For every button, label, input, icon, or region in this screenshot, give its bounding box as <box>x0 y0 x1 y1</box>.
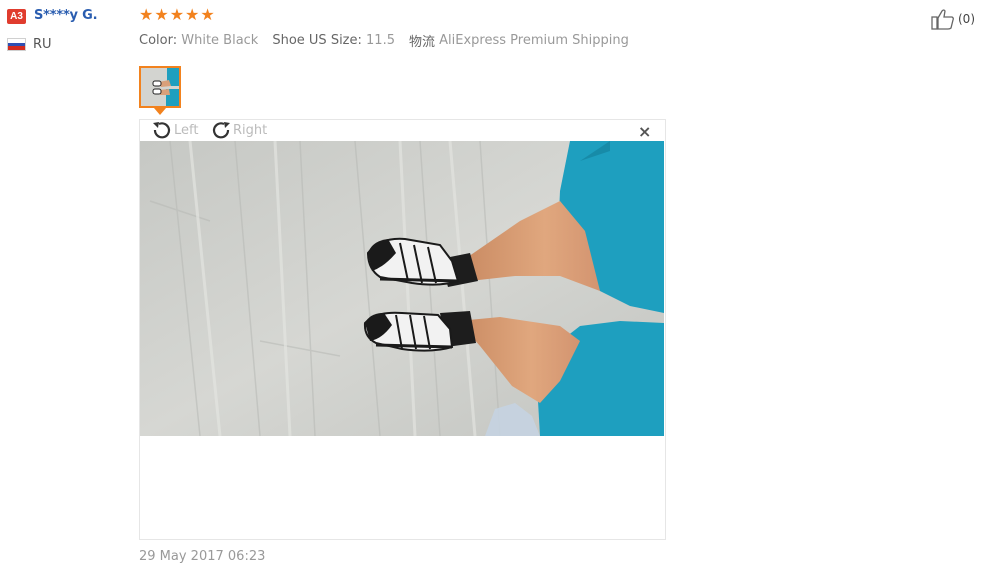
shipping-label: 物流 <box>408 35 435 50</box>
star-icon: ★ <box>139 5 154 24</box>
close-viewer-button[interactable]: × <box>638 122 651 141</box>
rotate-right-label: Right <box>233 122 268 138</box>
review-date: 29 May 2017 06:23 <box>139 549 266 564</box>
like-count: (0) <box>958 12 975 26</box>
helpful-like-button[interactable]: (0) <box>931 8 975 30</box>
selected-thumbnail-pointer <box>154 108 166 115</box>
star-rating: ★ ★ ★ ★ ★ <box>139 7 215 23</box>
thumbs-up-icon <box>931 9 954 30</box>
color-label: Color: <box>139 33 178 48</box>
reviewer-country: RU <box>33 37 52 52</box>
rotate-left-icon <box>153 122 171 139</box>
color-value: White Black <box>181 33 259 48</box>
size-label: Shoe US Size: <box>272 33 362 48</box>
order-info: Color: White Black Shoe US Size: 11.5 物流… <box>139 31 629 50</box>
review-photo-image <box>140 141 664 436</box>
review-photo-thumbnail[interactable] <box>139 66 181 108</box>
user-level-badge: A3 <box>7 9 26 24</box>
thumbnail-image <box>141 68 179 106</box>
star-icon: ★ <box>200 5 215 24</box>
star-icon: ★ <box>185 5 200 24</box>
size-value: 11.5 <box>366 33 395 48</box>
rotate-right-icon <box>212 122 230 139</box>
review-photo <box>140 141 664 436</box>
rotate-left-button[interactable]: Left <box>150 120 198 140</box>
rotate-right-button[interactable]: Right <box>209 120 267 140</box>
star-icon: ★ <box>154 5 169 24</box>
russia-flag-icon <box>7 38 26 51</box>
star-icon: ★ <box>169 5 185 24</box>
rotate-left-label: Left <box>174 122 199 138</box>
reviewer-name-link[interactable]: S****y G. <box>34 8 98 23</box>
shipping-value: AliExpress Premium Shipping <box>439 33 629 48</box>
